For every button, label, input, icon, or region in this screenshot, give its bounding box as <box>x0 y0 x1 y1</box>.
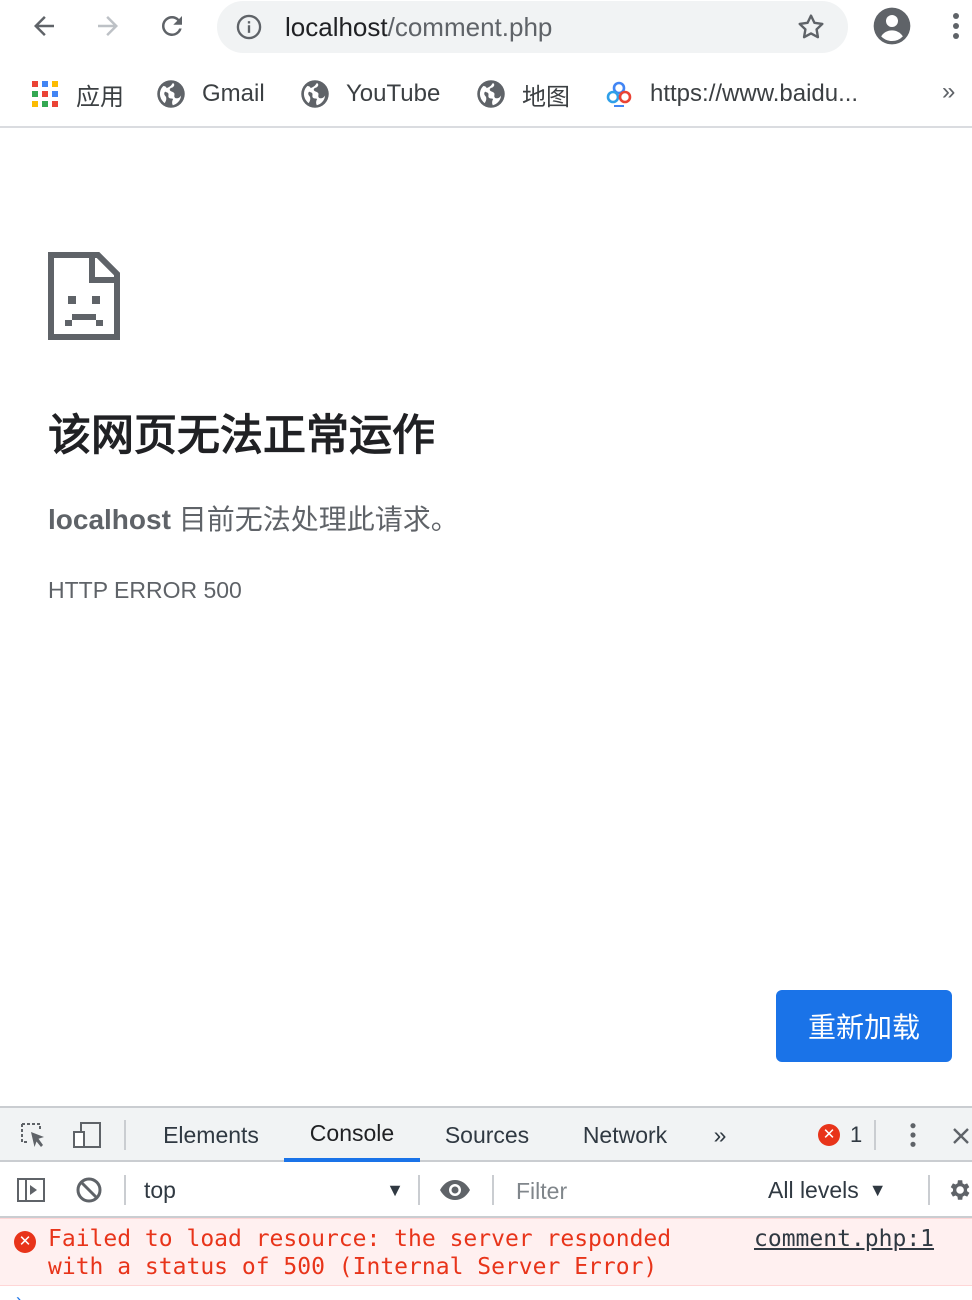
tab-elements[interactable]: Elements <box>146 1108 276 1162</box>
forward-button[interactable] <box>84 4 132 48</box>
close-devtools-button[interactable] <box>948 1118 972 1152</box>
more-tabs-button[interactable]: » <box>700 1108 740 1162</box>
error-title: 该网页无法正常运作 <box>48 412 435 460</box>
error-code: HTTP ERROR 500 <box>48 577 242 603</box>
back-button[interactable] <box>20 4 68 48</box>
devtools-panel: Elements Console Sources Network » ✕ 1 t… <box>0 1106 972 1300</box>
error-circle-icon: ✕ <box>818 1124 840 1146</box>
arrow-left-icon <box>34 16 54 36</box>
globe-icon <box>476 79 506 109</box>
inspect-cursor-icon <box>21 1123 44 1147</box>
bookmark-label: 应用 <box>76 83 124 111</box>
bookmark-maps[interactable]: 地图 <box>476 74 570 114</box>
reload-button[interactable]: 重新加载 <box>776 990 952 1062</box>
url-text[interactable]: localhost/comment.php <box>285 12 552 42</box>
toolbar-divider <box>928 1175 930 1205</box>
error-message: 目前无法处理此请求。 <box>170 504 459 535</box>
context-label: top <box>144 1176 176 1203</box>
console-settings-button[interactable] <box>946 1173 972 1207</box>
browser-menu-button[interactable] <box>940 4 972 48</box>
bookmark-label: 地图 <box>522 83 570 111</box>
bookmark-label: Gmail <box>202 80 265 107</box>
device-toolbar-button[interactable] <box>70 1118 104 1152</box>
error-circle-icon: ✕ <box>14 1231 36 1253</box>
reload-icon <box>161 15 182 37</box>
browser-toolbar: localhost/comment.php <box>0 0 972 56</box>
caret-down-icon: ▼ <box>868 1179 887 1200</box>
bookmarks-bar: 应用 Gmail YouTube 地图 https://www.baidu...… <box>0 58 972 128</box>
caret-down-icon: ▼ <box>386 1180 404 1200</box>
apps-grid-icon <box>30 79 60 109</box>
more-vert-icon <box>953 13 959 39</box>
toolbar-divider <box>874 1120 876 1150</box>
error-host: localhost <box>48 504 171 535</box>
tab-sources[interactable]: Sources <box>428 1108 546 1162</box>
bookmarks-overflow-button[interactable]: » <box>942 78 955 106</box>
globe-icon <box>300 79 330 109</box>
devtools-menu-button[interactable] <box>896 1118 930 1152</box>
bookmark-apps[interactable]: 应用 <box>30 74 124 114</box>
log-levels-dropdown[interactable]: All levels ▼ <box>768 1174 887 1206</box>
show-sidebar-button[interactable] <box>14 1173 48 1207</box>
console-filter-input[interactable] <box>508 1172 752 1210</box>
sidebar-toggle-icon <box>17 1178 45 1202</box>
console-message-source-link[interactable]: comment.php:1 <box>754 1225 934 1253</box>
account-circle-icon <box>873 7 911 45</box>
console-toolbar: top ▼ All levels ▼ <box>0 1162 972 1218</box>
url-host: localhost <box>285 12 388 42</box>
baidu-icon <box>604 79 634 109</box>
log-levels-label: All levels <box>768 1176 859 1203</box>
toolbar-divider <box>124 1120 126 1150</box>
console-prompt[interactable]: › <box>16 1290 22 1300</box>
info-icon[interactable] <box>235 13 263 41</box>
error-count-badge[interactable]: ✕ 1 <box>818 1120 862 1150</box>
clear-console-button[interactable] <box>72 1173 106 1207</box>
context-selector[interactable]: top ▼ <box>144 1174 404 1206</box>
console-message-text: Failed to load resource: the server resp… <box>48 1226 672 1280</box>
error-count: 1 <box>850 1122 863 1147</box>
toolbar-divider <box>124 1175 126 1205</box>
inspect-element-button[interactable] <box>16 1118 50 1152</box>
star-icon[interactable] <box>795 11 827 43</box>
toolbar-divider <box>492 1175 494 1205</box>
reload-toolbar-button[interactable] <box>148 4 196 48</box>
more-vert-icon <box>910 1123 916 1147</box>
console-error-message: ✕ Failed to load resource: the server re… <box>0 1218 972 1286</box>
url-path: /comment.php <box>387 12 553 42</box>
bookmark-gmail[interactable]: Gmail <box>156 74 265 114</box>
bookmark-youtube[interactable]: YouTube <box>300 74 440 114</box>
device-mobile-icon <box>73 1122 101 1148</box>
address-bar[interactable]: localhost/comment.php <box>217 1 848 53</box>
bookmark-label: YouTube <box>346 80 441 107</box>
sad-page-icon <box>48 252 120 340</box>
tab-console[interactable]: Console <box>284 1108 420 1162</box>
devtools-tab-bar: Elements Console Sources Network » ✕ 1 <box>0 1108 972 1162</box>
toolbar-divider <box>418 1175 420 1205</box>
profile-button[interactable] <box>868 2 916 50</box>
tab-network[interactable]: Network <box>564 1108 686 1162</box>
bookmark-baidu[interactable]: https://www.baidu... <box>604 74 858 114</box>
arrow-right-icon <box>98 16 118 36</box>
gear-icon <box>950 1180 970 1200</box>
bookmark-label: https://www.baidu... <box>650 80 859 107</box>
live-expression-button[interactable] <box>438 1173 472 1207</box>
eye-icon <box>440 1180 470 1200</box>
block-icon <box>76 1177 102 1203</box>
error-subtitle: localhost 目前无法处理此请求。 <box>48 502 459 538</box>
close-icon <box>953 1128 969 1144</box>
globe-icon <box>156 79 186 109</box>
